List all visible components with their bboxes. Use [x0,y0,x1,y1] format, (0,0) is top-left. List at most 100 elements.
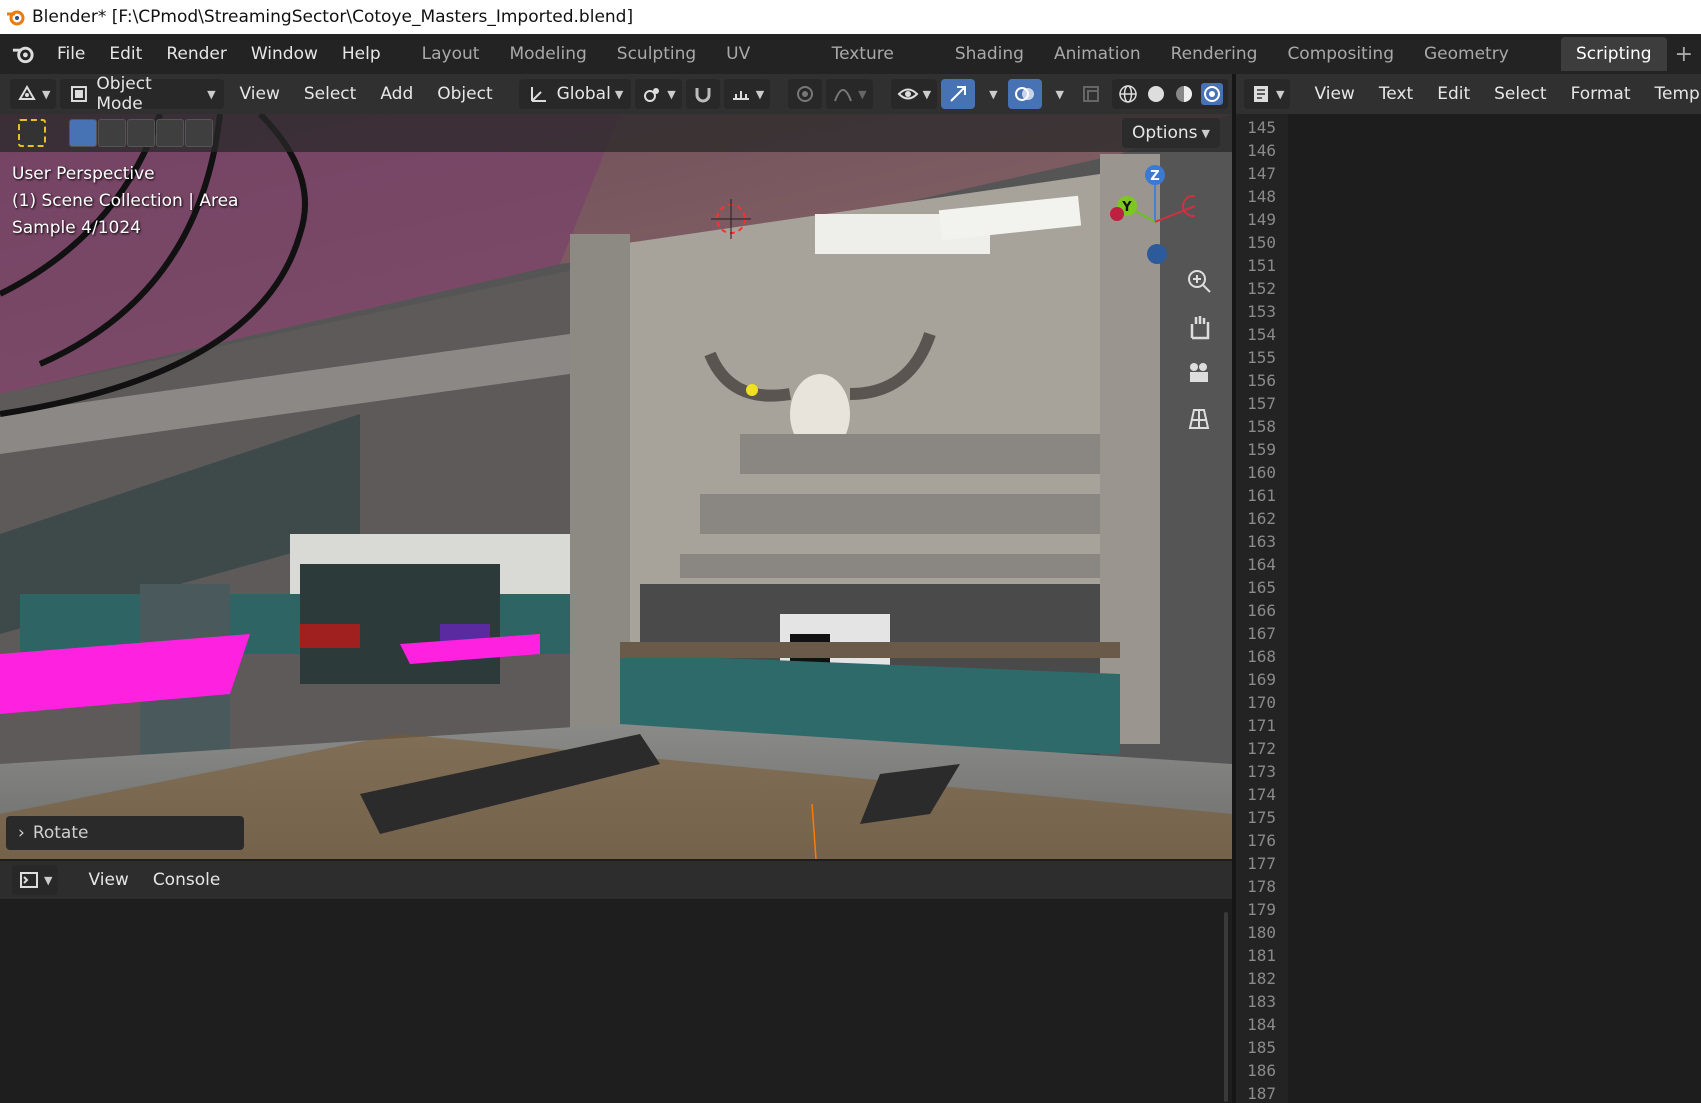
line-number: 173 [1247,762,1276,781]
line-number: 186 [1247,1061,1276,1080]
line-number: 161 [1247,486,1276,505]
line-number: 170 [1247,693,1276,712]
vp-menu-object[interactable]: Object [425,74,504,114]
chevron-down-icon: ▼ [858,87,867,101]
line-number: 172 [1247,739,1276,758]
text-editor-icon [1254,86,1268,102]
tab-scripting[interactable]: Scripting [1560,37,1667,71]
tab-modeling[interactable]: Modeling [494,37,601,71]
te-menu-select[interactable]: Select [1482,74,1558,114]
tab-geometry-nodes[interactable]: Geometry Nodes [1409,37,1561,98]
line-number: 182 [1247,969,1276,988]
te-menu-format[interactable]: Format [1559,74,1643,114]
tab-layout[interactable]: Layout [407,37,495,71]
view-name-label: User Perspective [12,164,155,184]
snap-toggle[interactable] [685,79,720,109]
tab-compositing[interactable]: Compositing [1272,37,1409,71]
viewport-editor-icon [18,85,36,100]
xray-toggle[interactable] [1074,79,1108,109]
select-tool-button[interactable] [18,119,46,147]
zoom-icon[interactable] [1184,266,1214,296]
console-editor-type-button[interactable]: ▼ [12,865,59,895]
overlays-dropdown[interactable]: ▼ [1046,79,1070,109]
subtract-selection-button[interactable] [127,119,155,147]
material-preview-icon[interactable] [1173,83,1195,105]
line-number: 157 [1247,394,1276,413]
vp-menu-add[interactable]: Add [368,74,425,114]
wireframe-shading-icon[interactable] [1117,83,1139,105]
line-number: 163 [1247,532,1276,551]
console-scrollbar[interactable] [1224,912,1228,1102]
console-area[interactable] [0,899,1232,1103]
chevron-down-icon: ▼ [922,87,932,101]
overlays-toggle[interactable] [1007,79,1042,109]
rendered-shading-icon[interactable] [1201,83,1223,105]
menu-file[interactable]: File [45,34,97,74]
vp-menu-select[interactable]: Select [292,74,368,114]
line-number: 175 [1247,808,1276,827]
gizmo-dropdown[interactable]: ▼ [979,79,1003,109]
menu-render[interactable]: Render [154,34,239,74]
line-number: 164 [1247,555,1276,574]
last-operator-panel[interactable]: › Rotate [6,816,244,850]
tab-shading[interactable]: Shading [940,37,1039,71]
tab-rendering[interactable]: Rendering [1156,37,1273,71]
vp-menu-view[interactable]: View [228,74,292,114]
gizmo-toggle[interactable] [941,79,976,109]
line-number: 183 [1247,992,1276,1011]
shading-mode-group [1112,79,1228,109]
console-menu-console[interactable]: Console [141,860,233,900]
line-number: 149 [1247,210,1276,229]
extend-selection-button[interactable] [98,119,126,147]
top-menu-bar: File Edit Render Window Help Layout Mode… [0,34,1701,98]
menu-help[interactable]: Help [330,34,393,74]
pivot-point-button[interactable]: ▼ [635,79,682,109]
navigation-gizmo[interactable]: Z Y [1105,162,1195,272]
menu-window[interactable]: Window [239,34,330,74]
chevron-down-icon: ▼ [1201,126,1210,140]
line-number: 185 [1247,1038,1276,1057]
tab-uv-editing[interactable]: UV Editing [711,37,816,98]
menu-edit[interactable]: Edit [97,34,154,74]
mode-selector[interactable]: Object Mode ▼ [60,74,224,114]
proportional-edit-toggle[interactable] [788,79,823,109]
viewport-render [0,114,1232,859]
collection-label: (1) Scene Collection | Area [12,191,239,211]
solid-shading-icon[interactable] [1145,83,1167,105]
tab-texture-paint[interactable]: Texture Paint [817,37,940,98]
chevron-down-icon: ▼ [42,87,51,101]
blender-menu-icon[interactable] [10,42,37,66]
pan-hand-icon[interactable] [1184,312,1214,342]
add-workspace-icon[interactable]: + [1667,42,1701,67]
visibility-button[interactable]: ▼ [890,79,938,109]
editor-type-button[interactable]: ▼ [10,79,57,109]
invert-selection-button[interactable] [156,119,184,147]
camera-icon[interactable] [1184,358,1214,388]
te-menu-templates[interactable]: Templat [1643,74,1701,114]
line-number: 187 [1247,1084,1276,1103]
transform-orientation-selector[interactable]: Global ▼ [518,79,632,109]
text-editor[interactable]: 145 146 147 148 149 150 151 152 153 154 155 156 157 1… [1236,114,1701,1103]
text-editor-type-button[interactable]: ▼ [1244,79,1291,109]
blender-logo-icon [7,10,25,26]
te-menu-text[interactable]: Text [1367,74,1425,114]
intersect-selection-button[interactable] [185,119,213,147]
tab-animation[interactable]: Animation [1039,37,1156,71]
te-menu-edit[interactable]: Edit [1425,74,1482,114]
line-number: 145 [1247,118,1276,137]
snap-target-button[interactable]: ▼ [723,79,771,109]
3d-viewport[interactable]: Options ▼ User Perspective (1) Scene Coll… [0,114,1232,859]
chevron-down-icon: ▼ [989,87,998,101]
options-dropdown[interactable]: Options ▼ [1121,118,1220,148]
orientation-axes-icon [530,87,546,102]
orientation-label: Global [556,84,611,104]
eye-icon [897,88,919,100]
te-menu-view[interactable]: View [1302,74,1366,114]
console-menu-view[interactable]: View [76,860,140,900]
select-box-mode-button[interactable] [69,119,97,147]
line-number: 162 [1247,509,1276,528]
falloff-button[interactable]: ▼ [826,79,873,109]
ortho-grid-icon[interactable] [1184,404,1214,434]
line-number: 156 [1247,371,1276,390]
tab-sculpting[interactable]: Sculpting [602,37,711,71]
